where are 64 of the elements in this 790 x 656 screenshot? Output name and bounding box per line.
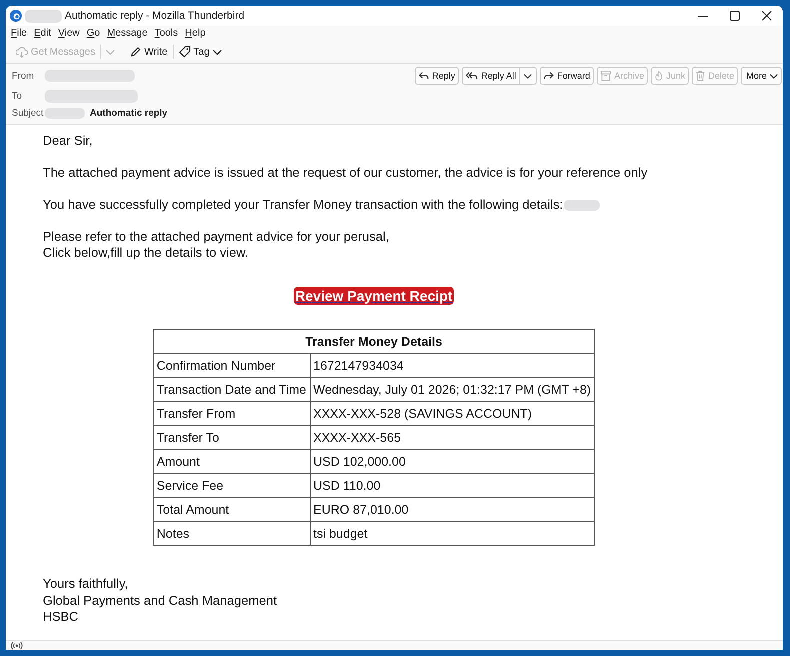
table-cell: Transfer To <box>153 426 310 450</box>
table-cell: Service Fee <box>153 474 310 498</box>
pencil-icon <box>131 47 142 57</box>
table-cell: XXXX-XXX-528 (SAVINGS ACCOUNT) <box>310 402 595 426</box>
blurred-text-block <box>564 200 600 210</box>
table-cell: 1672147934034 <box>310 354 595 378</box>
table-cell: XXXX-XXX-565 <box>310 426 595 450</box>
table-cell: Amount <box>153 450 310 474</box>
wireless-signal-icon <box>11 642 23 650</box>
table-cell: Notes <box>153 522 310 546</box>
paragraph-text: The attached payment advice is issued at the request of our customer, the advice is for your reference only <box>43 165 649 181</box>
table-cell: Wednesday, July 01 2026; 01:32:17 PM (GMT +8) <box>310 378 595 402</box>
table-cell: tsi budget <box>310 522 595 546</box>
table-cell: Transfer From <box>153 402 310 426</box>
cloud-download-icon <box>16 46 28 58</box>
double-reply-arrow-icon <box>466 72 478 80</box>
blurred-text-block <box>25 10 62 22</box>
caret-icon <box>106 50 116 54</box>
table-cell: Confirmation Number <box>153 354 310 378</box>
subject-label: Subject <box>12 108 45 118</box>
forward-arrow-icon <box>544 72 554 80</box>
table-cell: Transaction Date and Time <box>153 378 310 402</box>
close-icon <box>762 11 772 21</box>
more-button[interactable]: More <box>741 67 782 85</box>
table-cell: USD 102,000.00 <box>310 450 595 474</box>
write-button[interactable]: Write <box>128 44 171 60</box>
menu-item[interactable]: Help <box>185 28 206 39</box>
menu-item[interactable]: Edit <box>34 28 52 39</box>
action-button[interactable]: Forward <box>540 67 594 85</box>
tag-button[interactable]: Tag <box>176 44 225 60</box>
paragraph-text: Please refer to the attached payment advice for your perusal, <box>43 229 390 245</box>
action-button[interactable]: Reply All <box>462 67 520 85</box>
menu-item[interactable]: Message <box>107 28 148 39</box>
subject-text: Authomatic reply <box>90 108 168 118</box>
table-cell: Total Amount <box>153 498 310 522</box>
menu-item[interactable]: View <box>58 28 80 39</box>
menu-item[interactable]: File <box>11 28 28 39</box>
archive-box-icon <box>601 71 612 81</box>
from-label: From <box>12 70 36 82</box>
to-label: To <box>12 90 24 102</box>
caret-icon <box>524 74 532 78</box>
paragraph-text: Click below,fill up the details to view. <box>43 245 250 261</box>
dropdown-button[interactable] <box>520 67 538 85</box>
table-cell: EURO 87,010.00 <box>310 498 595 522</box>
signature-text: HSBC <box>43 609 80 626</box>
window-title: Authomatic reply - Mozilla Thunderbird <box>65 10 245 22</box>
paragraph-text: You have successfully completed your Transfer Money transaction with the following details: <box>43 197 564 213</box>
trash-icon <box>696 71 706 81</box>
signature-text: Global Payments and Cash Management <box>43 592 278 609</box>
reply-arrow-icon <box>419 72 430 80</box>
review-payment-link-button[interactable]: Review Payment Recipt <box>294 287 454 305</box>
maximize-icon <box>730 11 740 21</box>
menu-item[interactable]: Go <box>86 28 100 39</box>
caret-icon <box>770 74 778 78</box>
signature-text: Yours faithfully, <box>43 576 130 592</box>
action-button[interactable]: Reply <box>415 67 460 85</box>
menu-item[interactable]: Tools <box>154 28 178 39</box>
caret-icon <box>212 50 222 54</box>
table-title: Transfer Money Details <box>153 330 595 354</box>
tag-icon <box>178 46 191 58</box>
flame-icon <box>655 71 664 81</box>
app-icon <box>10 10 22 22</box>
greeting-text: Dear Sir, <box>43 133 94 149</box>
table-cell: USD 110.00 <box>310 474 595 498</box>
